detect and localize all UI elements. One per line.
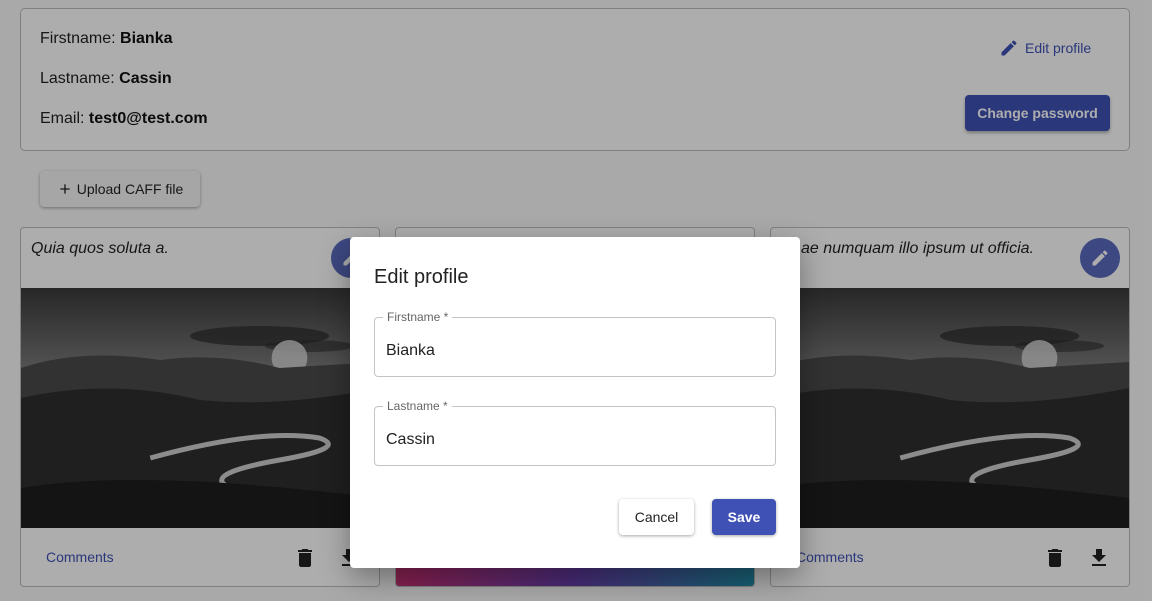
cancel-button[interactable]: Cancel <box>619 499 694 535</box>
firstname-field-label: Firstname * <box>383 310 453 324</box>
lastname-input[interactable] <box>386 431 756 449</box>
lastname-field[interactable]: Lastname * <box>374 399 776 466</box>
firstname-input[interactable] <box>386 342 756 360</box>
lastname-field-label: Lastname * <box>383 399 452 413</box>
save-button[interactable]: Save <box>712 499 776 535</box>
firstname-field[interactable]: Firstname * <box>374 310 776 377</box>
edit-profile-dialog: Edit profile Firstname * Lastname * Canc… <box>350 237 800 568</box>
dialog-title: Edit profile <box>374 266 469 288</box>
